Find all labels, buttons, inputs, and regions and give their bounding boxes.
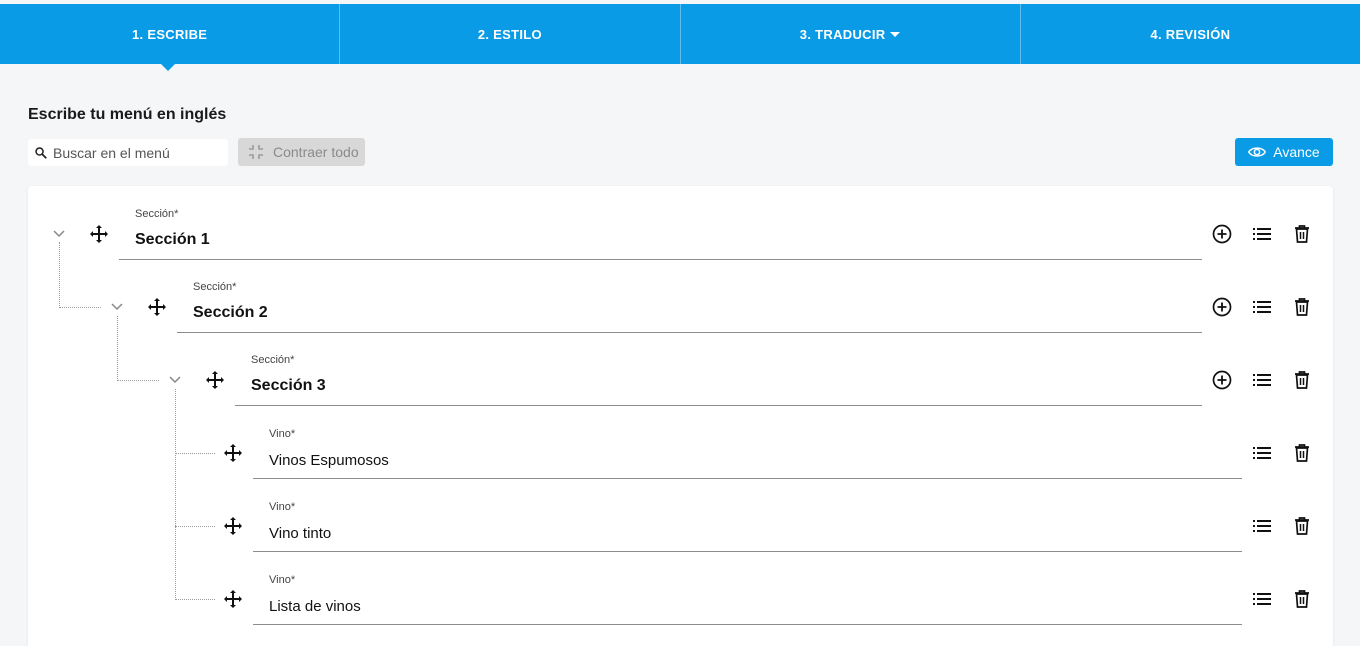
tree-connector [117, 380, 159, 381]
tab-estilo[interactable]: 2. ESTILO [340, 4, 681, 64]
section-name-field[interactable]: Sección 3 [251, 377, 326, 395]
list-button[interactable] [1251, 515, 1273, 537]
list-button[interactable] [1251, 369, 1273, 391]
list-icon [1253, 520, 1271, 532]
steps-bar: 1. ESCRIBE 2. ESTILO 3. TRADUCIR 4. REVI… [0, 4, 1360, 71]
tree-connector [59, 242, 60, 308]
add-circle-icon [1212, 370, 1232, 390]
field-underline [253, 624, 1242, 625]
preview-button[interactable]: Avance [1235, 138, 1333, 166]
section-field-label: Sección* [135, 208, 179, 220]
trash-icon [1295, 298, 1309, 316]
item-field-label: Vino* [269, 428, 296, 440]
delete-button[interactable] [1291, 588, 1313, 610]
menu-editor-card: Sección* Sección 1 Sección* Sección 2 Se… [28, 186, 1333, 646]
tree-connector [117, 316, 118, 381]
section-name-field[interactable]: Sección 2 [193, 304, 268, 322]
list-icon [1253, 593, 1271, 605]
move-icon[interactable] [223, 589, 243, 609]
item-field-label: Vino* [269, 574, 296, 586]
tree-connector [175, 453, 215, 454]
move-icon[interactable] [89, 224, 109, 244]
search-input[interactable] [53, 144, 213, 161]
move-icon[interactable] [223, 443, 243, 463]
search-box[interactable] [28, 139, 228, 166]
item-field-label: Vino* [269, 501, 296, 513]
item-name-field[interactable]: Lista de vinos [269, 598, 361, 615]
collapse-all-label: Contraer todo [273, 144, 359, 160]
tab-label: 3. TRADUCIR [799, 26, 886, 42]
tree-connector [175, 526, 215, 527]
field-underline [253, 478, 1242, 479]
preview-label: Avance [1273, 144, 1320, 160]
tab-escribe[interactable]: 1. ESCRIBE [0, 4, 341, 71]
field-underline [177, 332, 1202, 333]
add-item-button[interactable] [1211, 223, 1233, 245]
move-icon[interactable] [147, 297, 167, 317]
tab-label: 2. ESTILO [477, 26, 542, 42]
page-title: Escribe tu menú en inglés [28, 106, 227, 123]
add-circle-icon [1212, 224, 1232, 244]
collapse-icon [249, 145, 263, 159]
chevron-down-icon[interactable] [52, 227, 66, 241]
list-button[interactable] [1251, 588, 1273, 610]
field-underline [119, 259, 1202, 260]
trash-icon [1295, 225, 1309, 243]
tab-label: 1. ESCRIBE [132, 26, 208, 42]
tree-connector [59, 307, 101, 308]
field-underline [253, 551, 1242, 552]
item-name-field[interactable]: Vinos Espumosos [269, 452, 389, 469]
move-icon[interactable] [205, 370, 225, 390]
list-icon [1253, 447, 1271, 459]
eye-icon [1248, 147, 1267, 157]
list-button[interactable] [1251, 442, 1273, 464]
add-circle-icon [1212, 297, 1232, 317]
trash-icon [1295, 371, 1309, 389]
list-icon [1253, 301, 1271, 313]
delete-button[interactable] [1291, 442, 1313, 464]
trash-icon [1295, 444, 1309, 462]
add-item-button[interactable] [1211, 369, 1233, 391]
tab-revision[interactable]: 4. REVISIÓN [1021, 4, 1360, 64]
delete-button[interactable] [1291, 223, 1313, 245]
tab-traducir[interactable]: 3. TRADUCIR [681, 4, 1021, 64]
section-name-field[interactable]: Sección 1 [135, 231, 210, 249]
tree-connector [175, 389, 176, 600]
trash-icon [1295, 517, 1309, 535]
delete-button[interactable] [1291, 369, 1313, 391]
list-button[interactable] [1251, 223, 1273, 245]
search-icon [35, 146, 47, 159]
chevron-down-icon[interactable] [168, 373, 182, 387]
section-field-label: Sección* [251, 354, 295, 366]
tab-label: 4. REVISIÓN [1150, 26, 1231, 42]
item-name-field[interactable]: Vino tinto [269, 525, 331, 542]
trash-icon [1295, 590, 1309, 608]
collapse-all-button[interactable]: Contraer todo [238, 138, 365, 166]
tree-connector [175, 599, 215, 600]
list-icon [1253, 228, 1271, 240]
delete-button[interactable] [1291, 296, 1313, 318]
move-icon[interactable] [223, 516, 243, 536]
caret-down-icon [890, 31, 901, 37]
section-field-label: Sección* [193, 281, 237, 293]
chevron-down-icon[interactable] [110, 300, 124, 314]
list-icon [1253, 374, 1271, 386]
delete-button[interactable] [1291, 515, 1313, 537]
field-underline [235, 405, 1202, 406]
add-item-button[interactable] [1211, 296, 1233, 318]
list-button[interactable] [1251, 296, 1273, 318]
